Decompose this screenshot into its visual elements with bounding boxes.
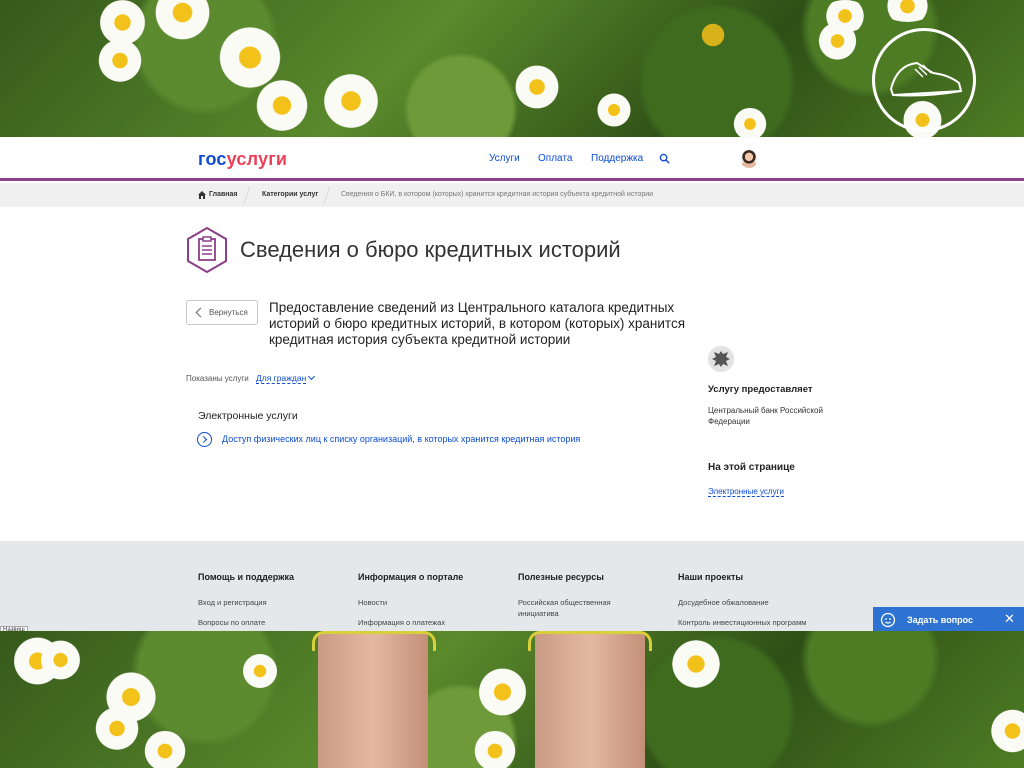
emblem-icon <box>708 346 734 372</box>
daisy-flower <box>668 639 724 689</box>
daisy-flower <box>240 653 280 689</box>
footer-col-resources-title: Полезные ресурсы <box>518 572 604 582</box>
footer-link[interactable]: Новости <box>358 597 387 608</box>
provider-heading: Услугу предоставляет <box>708 384 813 395</box>
services-filter-dropdown[interactable]: Для граждан <box>256 373 307 384</box>
user-avatar[interactable] <box>740 150 758 168</box>
breadcrumb-current: Сведения о БКИ, в котором (которых) хран… <box>341 191 654 198</box>
breadcrumb-categories[interactable]: Категории услуг <box>262 191 318 198</box>
site-footer <box>0 541 1024 631</box>
daisy-flower <box>815 22 860 60</box>
back-button[interactable]: Вернуться <box>186 300 258 325</box>
footer-link[interactable]: Российская общественная инициатива <box>518 597 638 619</box>
back-button-label: Вернуться <box>209 308 248 317</box>
chevron-left-icon <box>195 307 206 318</box>
daisy-flower <box>512 64 562 110</box>
daisy-flower <box>253 78 311 133</box>
sneaker-logo-icon <box>872 28 976 132</box>
right-shoe-rim <box>528 631 652 651</box>
ask-question-widget[interactable]: Задать вопрос ✕ <box>873 607 1024 633</box>
on-this-page-link[interactable]: Электронные услуги <box>708 487 784 497</box>
footer-col-projects-title: Наши проекты <box>678 572 744 582</box>
nav-payment[interactable]: Оплата <box>538 153 572 164</box>
gosuslugi-logo[interactable]: госуслуги <box>198 149 287 170</box>
footer-col-help-title: Помощь и поддержка <box>198 572 295 582</box>
breadcrumb: Главная Категории услуг Сведения о БКИ, … <box>0 183 1024 207</box>
daisy-flower <box>92 706 142 751</box>
bottom-background-photo <box>0 631 1024 768</box>
breadcrumb-home[interactable]: Главная <box>209 191 237 198</box>
breadcrumb-separator <box>243 187 250 205</box>
service-link[interactable]: Доступ физических лиц к списку организац… <box>222 434 580 444</box>
page-title: Сведения о бюро кредитных историй <box>240 237 621 262</box>
site-header: госуслуги Услуги Оплата Поддержка <box>0 137 1024 181</box>
footer-link[interactable]: Информация о платежах <box>358 617 445 628</box>
daisy-flower <box>880 0 935 22</box>
on-this-page-heading: На этой странице <box>708 462 795 473</box>
left-leg <box>318 631 428 768</box>
electronic-services-heading: Электронные услуги <box>198 410 298 422</box>
breadcrumb-separator <box>323 187 330 205</box>
services-filter-label: Показаны услуги <box>186 374 249 383</box>
logo-part-uslugi: услуги <box>226 149 288 169</box>
daisy-flower <box>470 731 520 768</box>
footer-link[interactable]: Вопросы по оплате <box>198 617 265 628</box>
daisy-flower <box>595 92 633 128</box>
footer-link[interactable]: Досудебное обжалование <box>678 597 769 608</box>
provider-name: Центральный банк Российской Федерации <box>708 406 823 426</box>
nav-support[interactable]: Поддержка <box>591 153 643 164</box>
nav-services[interactable]: Услуги <box>489 153 520 164</box>
footer-col-info-title: Информация о портале <box>358 572 464 582</box>
daisy-flower <box>140 731 190 768</box>
support-agent-icon <box>880 612 896 628</box>
ask-question-label: Задать вопрос <box>907 615 974 625</box>
daisy-flower <box>150 0 215 40</box>
daisy-flower <box>38 639 83 681</box>
daisy-flower <box>475 667 530 717</box>
daisy-flower <box>990 706 1024 756</box>
close-icon[interactable]: ✕ <box>1004 612 1015 626</box>
left-shoe-rim <box>312 631 436 651</box>
home-icon <box>198 191 206 199</box>
document-list-icon <box>187 227 227 273</box>
service-subtitle: Предоставление сведений из Центрального … <box>269 300 686 347</box>
daisy-flower <box>730 108 770 137</box>
footer-link[interactable]: Вход и регистрация <box>198 597 267 608</box>
daisy-bud <box>700 22 726 48</box>
search-icon[interactable] <box>659 153 670 164</box>
logo-part-gos: гос <box>198 149 227 169</box>
right-leg <box>535 631 645 768</box>
daisy-flower <box>95 38 145 83</box>
arrow-circle-icon[interactable] <box>197 432 212 447</box>
top-background-photo <box>0 0 1024 137</box>
daisy-flower <box>320 72 382 130</box>
footer-link[interactable]: Контроль инвестиционных программ <box>678 617 806 628</box>
